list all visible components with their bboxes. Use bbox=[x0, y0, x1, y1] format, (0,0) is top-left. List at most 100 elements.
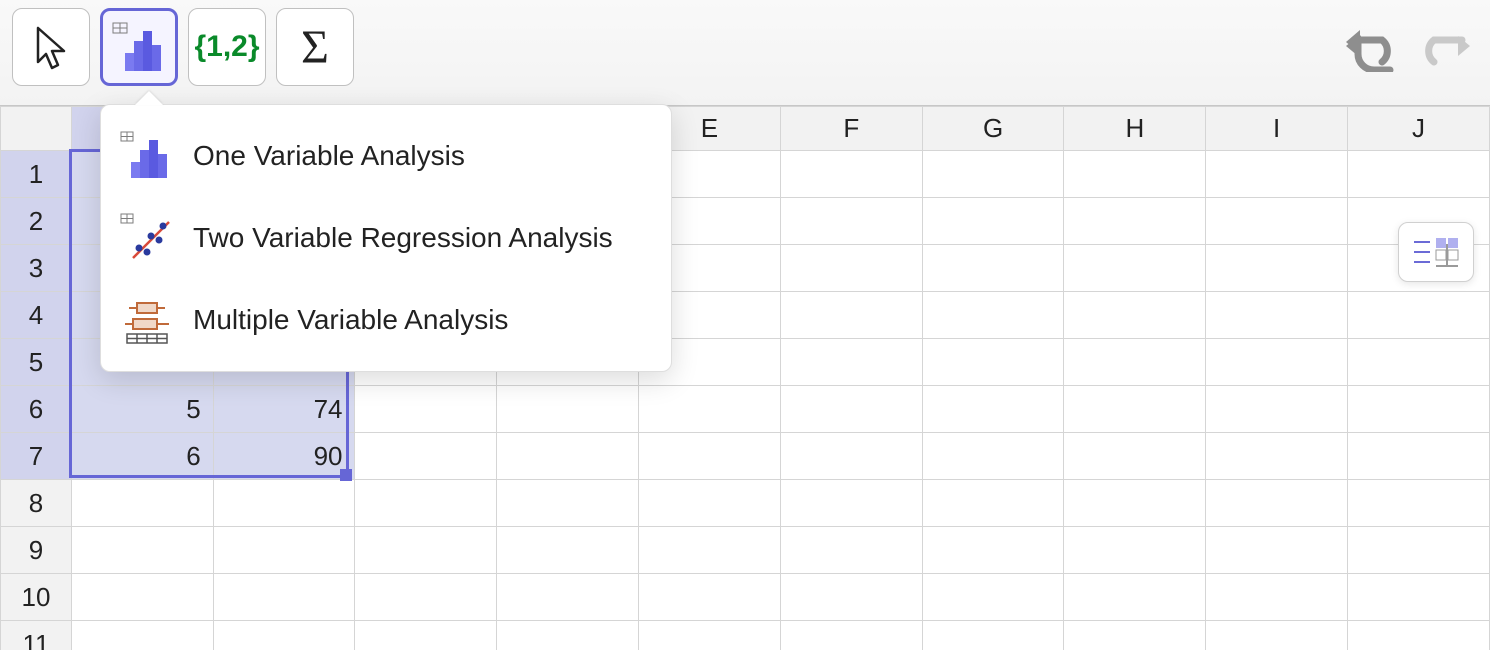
cell[interactable] bbox=[639, 480, 781, 527]
spreadsheet-options-button[interactable] bbox=[1398, 222, 1474, 282]
cell[interactable] bbox=[922, 151, 1064, 198]
multiple-variable-analysis-item[interactable]: Multiple Variable Analysis bbox=[101, 279, 671, 361]
cell[interactable] bbox=[1064, 480, 1206, 527]
cell[interactable] bbox=[922, 198, 1064, 245]
cell[interactable] bbox=[355, 527, 497, 574]
cell[interactable] bbox=[213, 480, 355, 527]
cell[interactable] bbox=[213, 621, 355, 650]
redo-button[interactable] bbox=[1416, 24, 1472, 72]
row-header[interactable]: 3 bbox=[1, 245, 72, 292]
col-header-F[interactable]: F bbox=[780, 107, 922, 151]
cell[interactable] bbox=[497, 527, 639, 574]
cell[interactable] bbox=[497, 433, 639, 480]
cell[interactable] bbox=[1206, 527, 1348, 574]
cell[interactable] bbox=[497, 621, 639, 650]
cell[interactable] bbox=[780, 198, 922, 245]
cell[interactable] bbox=[71, 574, 213, 621]
cell[interactable] bbox=[639, 527, 781, 574]
sum-tool-button[interactable]: Σ bbox=[276, 8, 354, 86]
col-header-I[interactable]: I bbox=[1206, 107, 1348, 151]
cell[interactable] bbox=[1064, 292, 1206, 339]
col-header-H[interactable]: H bbox=[1064, 107, 1206, 151]
cell[interactable] bbox=[355, 433, 497, 480]
cell[interactable] bbox=[780, 339, 922, 386]
cell[interactable] bbox=[780, 386, 922, 433]
cell[interactable] bbox=[1064, 433, 1206, 480]
cell[interactable] bbox=[213, 527, 355, 574]
cell[interactable] bbox=[922, 621, 1064, 650]
cell[interactable] bbox=[1064, 245, 1206, 292]
cell[interactable] bbox=[922, 527, 1064, 574]
cell[interactable] bbox=[355, 480, 497, 527]
cell[interactable] bbox=[1348, 574, 1490, 621]
cell[interactable] bbox=[1064, 574, 1206, 621]
cell[interactable] bbox=[1064, 339, 1206, 386]
cell[interactable]: 6 bbox=[71, 433, 213, 480]
cell[interactable] bbox=[639, 386, 781, 433]
cell[interactable] bbox=[780, 621, 922, 650]
row-header[interactable]: 11 bbox=[1, 621, 72, 650]
one-variable-analysis-item[interactable]: One Variable Analysis bbox=[101, 115, 671, 197]
cell[interactable] bbox=[780, 433, 922, 480]
cell[interactable] bbox=[355, 386, 497, 433]
cell[interactable] bbox=[1206, 292, 1348, 339]
cell[interactable] bbox=[1348, 480, 1490, 527]
cell[interactable] bbox=[71, 527, 213, 574]
cell[interactable] bbox=[1348, 433, 1490, 480]
cell[interactable] bbox=[1206, 621, 1348, 650]
cell[interactable] bbox=[780, 574, 922, 621]
row-header[interactable]: 7 bbox=[1, 433, 72, 480]
cell[interactable] bbox=[922, 386, 1064, 433]
cell[interactable] bbox=[1064, 621, 1206, 650]
row-header[interactable]: 10 bbox=[1, 574, 72, 621]
cell[interactable] bbox=[71, 480, 213, 527]
cell[interactable] bbox=[1348, 527, 1490, 574]
cell[interactable]: 90 bbox=[213, 433, 355, 480]
cell[interactable] bbox=[639, 621, 781, 650]
cell[interactable] bbox=[71, 621, 213, 650]
cell[interactable] bbox=[922, 480, 1064, 527]
cell[interactable] bbox=[780, 480, 922, 527]
cell[interactable] bbox=[780, 151, 922, 198]
cell[interactable] bbox=[922, 574, 1064, 621]
list-tool-button[interactable]: {1,2} bbox=[188, 8, 266, 86]
cell[interactable] bbox=[1348, 621, 1490, 650]
cell[interactable]: 74 bbox=[213, 386, 355, 433]
col-header-J[interactable]: J bbox=[1348, 107, 1490, 151]
cell[interactable] bbox=[922, 292, 1064, 339]
cell[interactable] bbox=[1064, 151, 1206, 198]
cell[interactable] bbox=[1064, 198, 1206, 245]
row-header[interactable]: 2 bbox=[1, 198, 72, 245]
cell[interactable] bbox=[1348, 339, 1490, 386]
cell[interactable] bbox=[497, 386, 639, 433]
cell[interactable] bbox=[639, 433, 781, 480]
undo-button[interactable] bbox=[1344, 24, 1400, 72]
row-header[interactable]: 6 bbox=[1, 386, 72, 433]
cell[interactable] bbox=[1206, 151, 1348, 198]
cell[interactable] bbox=[1348, 386, 1490, 433]
row-header[interactable]: 4 bbox=[1, 292, 72, 339]
cell[interactable] bbox=[1206, 339, 1348, 386]
cell[interactable] bbox=[355, 574, 497, 621]
row-header[interactable]: 1 bbox=[1, 151, 72, 198]
corner-cell[interactable] bbox=[1, 107, 72, 151]
cell[interactable] bbox=[213, 574, 355, 621]
two-variable-regression-item[interactable]: Two Variable Regression Analysis bbox=[101, 197, 671, 279]
cell[interactable] bbox=[1064, 527, 1206, 574]
data-analysis-tool-button[interactable] bbox=[100, 8, 178, 86]
cell[interactable] bbox=[1206, 386, 1348, 433]
cell[interactable] bbox=[1348, 151, 1490, 198]
cell[interactable] bbox=[922, 433, 1064, 480]
cell[interactable] bbox=[497, 480, 639, 527]
row-header[interactable]: 9 bbox=[1, 527, 72, 574]
cell[interactable] bbox=[1206, 433, 1348, 480]
row-header[interactable]: 5 bbox=[1, 339, 72, 386]
cell[interactable] bbox=[1206, 574, 1348, 621]
cell[interactable] bbox=[1206, 198, 1348, 245]
cell[interactable] bbox=[639, 574, 781, 621]
move-tool-button[interactable] bbox=[12, 8, 90, 86]
cell[interactable] bbox=[355, 621, 497, 650]
col-header-G[interactable]: G bbox=[922, 107, 1064, 151]
cell[interactable] bbox=[1348, 292, 1490, 339]
cell[interactable] bbox=[780, 245, 922, 292]
